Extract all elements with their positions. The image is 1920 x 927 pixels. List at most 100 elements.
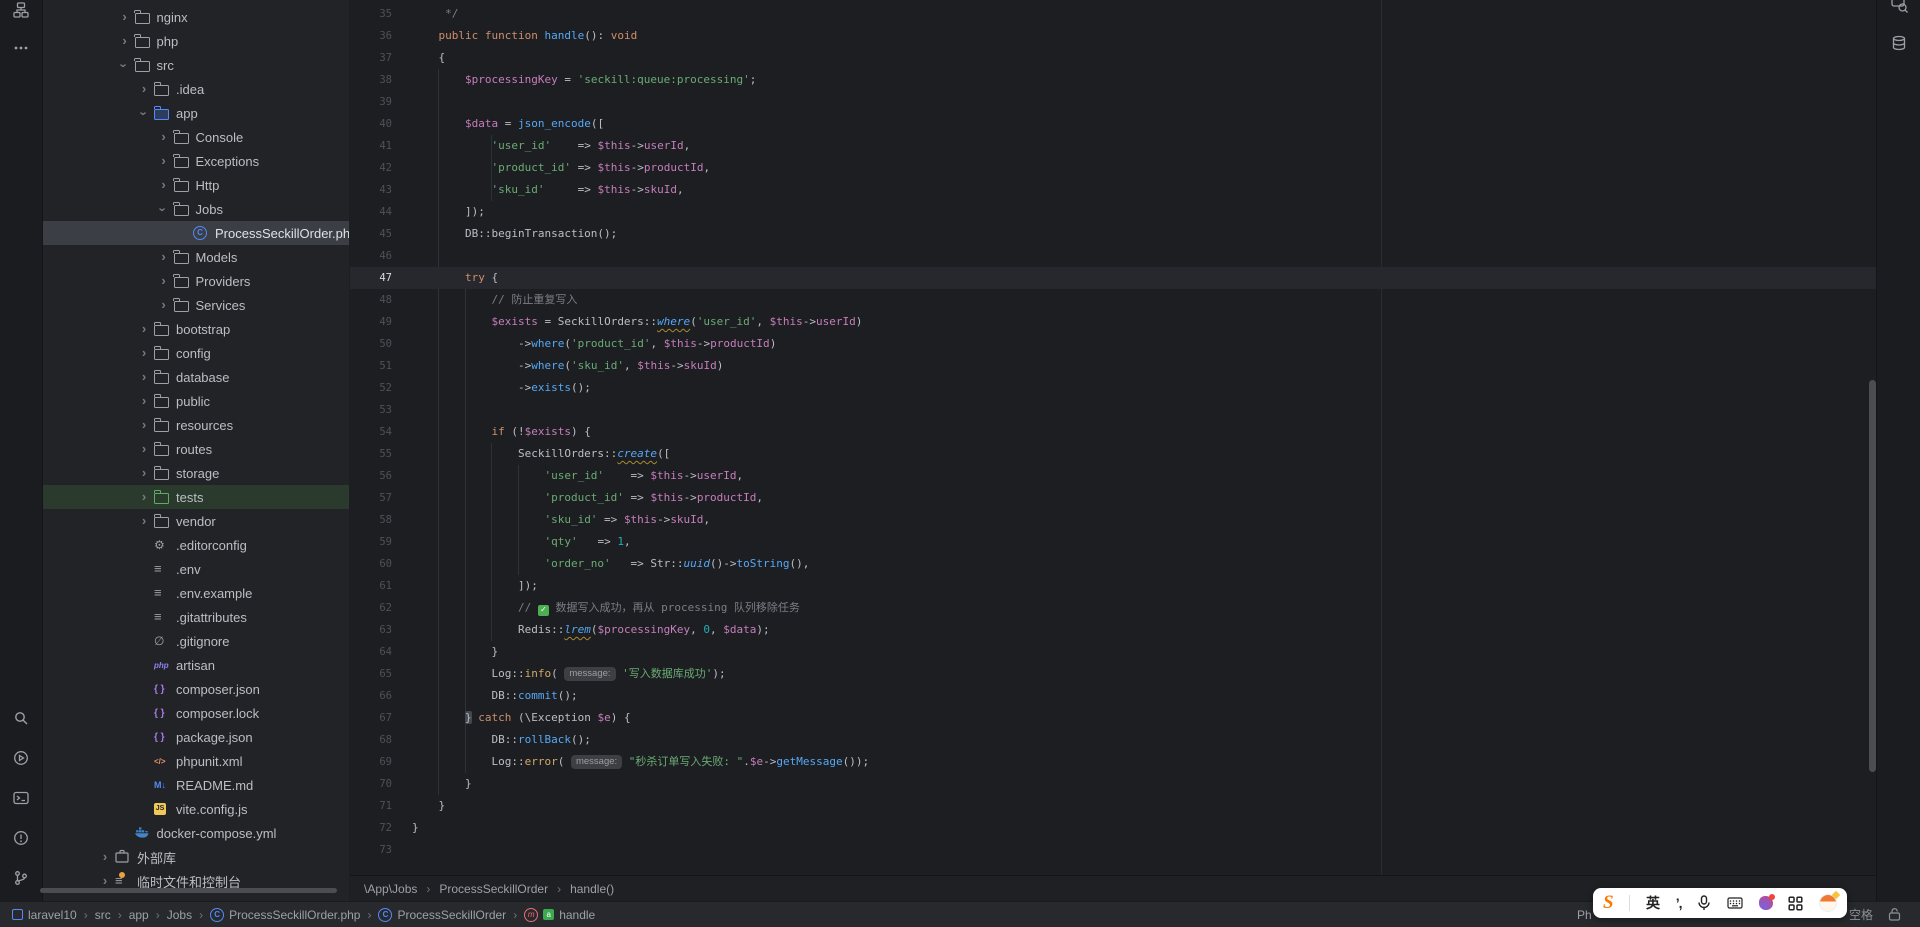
line-number[interactable]: 35: [350, 3, 392, 25]
code-line-66[interactable]: 66 DB::commit();: [350, 685, 1877, 707]
status-path-item[interactable]: src: [95, 908, 111, 922]
line-number[interactable]: 69: [350, 751, 392, 773]
code-line-53[interactable]: 53: [350, 399, 1877, 421]
tree-item-Http[interactable]: › Http: [43, 173, 349, 197]
chevron-right-icon[interactable]: ›: [142, 369, 146, 384]
ime-language-toggle[interactable]: 英: [1646, 893, 1660, 913]
chevron-right-icon[interactable]: ›: [142, 441, 146, 456]
tree-item-README.md[interactable]: M↓ README.md: [43, 773, 349, 797]
tree-item-routes[interactable]: › routes: [43, 437, 349, 461]
line-number[interactable]: 44: [350, 201, 392, 223]
code-line-42[interactable]: 42 'product_id' => $this->productId,: [350, 157, 1877, 179]
chevron-right-icon[interactable]: ›: [103, 849, 107, 864]
tree-item-docker-compose.yml[interactable]: docker-compose.yml: [43, 821, 349, 845]
tree-item-vendor[interactable]: › vendor: [43, 509, 349, 533]
line-number[interactable]: 57: [350, 487, 392, 509]
line-number[interactable]: 62: [350, 597, 392, 619]
chevron-down-icon[interactable]: ›: [156, 207, 171, 211]
code-line-60[interactable]: 60 'order_no' => Str::uuid()->toString()…: [350, 553, 1877, 575]
tree-item-.idea[interactable]: › .idea: [43, 77, 349, 101]
ime-punctuation-toggle[interactable]: ’,: [1676, 895, 1683, 911]
status-path-item[interactable]: laravel10: [12, 908, 77, 922]
line-number[interactable]: 43: [350, 179, 392, 201]
line-number[interactable]: 53: [350, 399, 392, 421]
code-line-44[interactable]: 44 ]);: [350, 201, 1877, 223]
code-line-45[interactable]: 45 DB::beginTransaction();: [350, 223, 1877, 245]
chevron-right-icon[interactable]: ›: [161, 249, 165, 264]
chevron-right-icon[interactable]: ›: [122, 33, 126, 48]
chevron-down-icon[interactable]: ›: [137, 111, 152, 115]
chevron-right-icon[interactable]: ›: [103, 873, 107, 888]
search-icon[interactable]: [13, 710, 29, 726]
chevron-right-icon[interactable]: ›: [142, 489, 146, 504]
tree-item-.env.example[interactable]: ≡ .env.example: [43, 581, 349, 605]
code-line-46[interactable]: 46: [350, 245, 1877, 267]
tree-item-package.json[interactable]: { } package.json: [43, 725, 349, 749]
line-number[interactable]: 52: [350, 377, 392, 399]
tree-item-bootstrap[interactable]: › bootstrap: [43, 317, 349, 341]
line-number[interactable]: 36: [350, 25, 392, 47]
chevron-down-icon[interactable]: ›: [117, 63, 132, 67]
chevron-right-icon[interactable]: ›: [142, 465, 146, 480]
code-line-69[interactable]: 69 Log::error( message: "秒杀订单写入失败: ".$e-…: [350, 751, 1877, 773]
line-number[interactable]: 67: [350, 707, 392, 729]
status-path-item[interactable]: app: [129, 908, 149, 922]
line-number[interactable]: 54: [350, 421, 392, 443]
chevron-right-icon[interactable]: ›: [161, 297, 165, 312]
chevron-right-icon[interactable]: ›: [142, 417, 146, 432]
line-number[interactable]: 42: [350, 157, 392, 179]
chevron-right-icon[interactable]: ›: [161, 129, 165, 144]
chevron-right-icon[interactable]: ›: [142, 81, 146, 96]
code-line-58[interactable]: 58 'sku_id' => $this->skuId,: [350, 509, 1877, 531]
chevron-right-icon[interactable]: ›: [122, 9, 126, 24]
code-line-61[interactable]: 61 ]);: [350, 575, 1877, 597]
tree-item-.gitignore[interactable]: ∅ .gitignore: [43, 629, 349, 653]
code-area[interactable]: 34 * Execute the job.35 */36 public func…: [350, 0, 1877, 876]
code-line-35[interactable]: 35 */: [350, 3, 1877, 25]
services-icon[interactable]: [13, 750, 29, 766]
tree-item-nginx[interactable]: › nginx: [43, 5, 349, 29]
code-line-65[interactable]: 65 Log::info( message: '写入数据库成功');: [350, 663, 1877, 685]
tree-item-Exceptions[interactable]: › Exceptions: [43, 149, 349, 173]
line-number[interactable]: 70: [350, 773, 392, 795]
chevron-right-icon[interactable]: ›: [142, 393, 146, 408]
tree-item-app[interactable]: › app: [43, 101, 349, 125]
ime-apps-grid-icon[interactable]: [1788, 895, 1803, 911]
line-number[interactable]: 68: [350, 729, 392, 751]
line-number[interactable]: 60: [350, 553, 392, 575]
tree-horizontal-scrollbar[interactable]: [40, 888, 337, 893]
code-line-70[interactable]: 70 }: [350, 773, 1877, 795]
tree-item-Services[interactable]: › Services: [43, 293, 349, 317]
line-number[interactable]: 71: [350, 795, 392, 817]
breadcrumb-item[interactable]: handle(): [570, 882, 614, 896]
line-number[interactable]: 55: [350, 443, 392, 465]
line-number[interactable]: 38: [350, 69, 392, 91]
sogou-logo-icon[interactable]: S: [1603, 892, 1614, 914]
ime-emoji-icon[interactable]: [1818, 894, 1837, 912]
code-line-72[interactable]: 72}: [350, 817, 1877, 839]
code-line-48[interactable]: 48 // 防止重复写入: [350, 289, 1877, 311]
line-number[interactable]: 37: [350, 47, 392, 69]
line-number[interactable]: 48: [350, 289, 392, 311]
line-number[interactable]: 61: [350, 575, 392, 597]
code-line-59[interactable]: 59 'qty' => 1,: [350, 531, 1877, 553]
tree-item-composer.lock[interactable]: { } composer.lock: [43, 701, 349, 725]
line-number[interactable]: 72: [350, 817, 392, 839]
code-line-49[interactable]: 49 $exists = SeckillOrders::where('user_…: [350, 311, 1877, 333]
code-line-64[interactable]: 64 }: [350, 641, 1877, 663]
more-tool-windows-icon[interactable]: [13, 40, 29, 56]
code-line-36[interactable]: 36 public function handle(): void: [350, 25, 1877, 47]
line-number[interactable]: 40: [350, 113, 392, 135]
chevron-right-icon[interactable]: ›: [161, 273, 165, 288]
terminal-icon[interactable]: [13, 790, 29, 806]
code-line-52[interactable]: 52 ->exists();: [350, 377, 1877, 399]
tree-item-artisan[interactable]: php artisan: [43, 653, 349, 677]
breadcrumb-item[interactable]: ProcessSeckillOrder: [439, 882, 548, 896]
line-number[interactable]: 46: [350, 245, 392, 267]
code-line-51[interactable]: 51 ->where('sku_id', $this->skuId): [350, 355, 1877, 377]
tree-item-storage[interactable]: › storage: [43, 461, 349, 485]
editor-vertical-scrollbar[interactable]: [1869, 380, 1876, 772]
code-line-55[interactable]: 55 SeckillOrders::create([: [350, 443, 1877, 465]
tree-item-config[interactable]: › config: [43, 341, 349, 365]
line-number[interactable]: 59: [350, 531, 392, 553]
